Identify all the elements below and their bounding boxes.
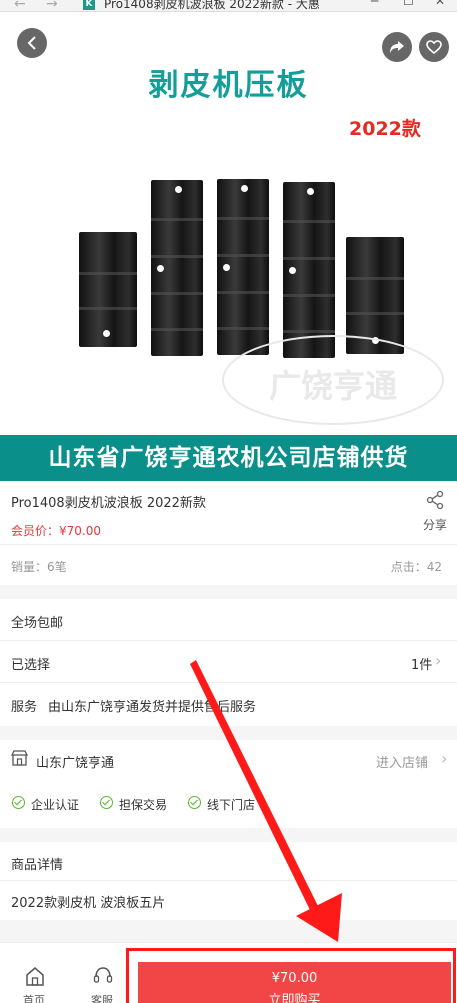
buy-label: 立即购买 bbox=[268, 993, 321, 1003]
forward-share-button[interactable] bbox=[382, 32, 412, 62]
check-icon bbox=[188, 796, 201, 809]
store-name[interactable]: 山东广饶亨通 bbox=[36, 752, 114, 771]
buy-price: ¥70.00 bbox=[271, 971, 318, 986]
favorite-button[interactable] bbox=[419, 32, 449, 62]
share-label[interactable]: 分享 bbox=[423, 516, 447, 533]
browser-back-icon[interactable]: ← bbox=[14, 0, 26, 11]
heart-icon bbox=[426, 40, 442, 54]
close-window-icon[interactable]: ✕ bbox=[435, 0, 445, 8]
home-icon[interactable] bbox=[24, 965, 46, 987]
free-shipping-label: 全场包邮 bbox=[11, 616, 64, 631]
forward-arrow-icon bbox=[390, 41, 404, 53]
plate-image bbox=[151, 180, 203, 356]
product-image: 剥皮机压板 2022款 广饶亨通 bbox=[0, 12, 457, 435]
divider bbox=[0, 640, 457, 641]
chevron-right-icon[interactable]: › bbox=[435, 651, 441, 670]
plate-image bbox=[283, 182, 335, 358]
browser-titlebar: ← → K Pro1408剥皮机波浪板 2022新款 - 大惠 ─ ☐ ✕ bbox=[0, 0, 457, 12]
selected-quantity[interactable]: 1件 bbox=[411, 654, 432, 673]
section-gap bbox=[0, 920, 457, 942]
store-icon bbox=[11, 750, 28, 766]
section-gap bbox=[0, 828, 457, 842]
product-title: Pro1408剥皮机波浪板 2022新款 bbox=[11, 496, 206, 511]
chevron-left-icon bbox=[27, 36, 36, 50]
details-heading: 商品详情 bbox=[11, 858, 64, 873]
image-year-badge: 2022款 bbox=[349, 118, 421, 140]
image-headline: 剥皮机压板 bbox=[148, 68, 309, 103]
click-count: 点击：42 bbox=[390, 560, 442, 574]
browser-forward-icon[interactable]: → bbox=[46, 0, 58, 11]
sales-count: 销量：6笔 bbox=[11, 560, 67, 574]
divider bbox=[0, 544, 457, 545]
maximize-icon[interactable]: ☐ bbox=[403, 0, 414, 8]
section-gap bbox=[0, 585, 457, 599]
check-icon bbox=[100, 796, 113, 809]
supplier-banner: 山东省广饶亨通农机公司店铺供货 bbox=[0, 435, 457, 481]
service-label: 服务 bbox=[11, 700, 38, 715]
window-title: Pro1408剥皮机波浪板 2022新款 - 大惠 bbox=[104, 0, 320, 11]
details-text: 2022款剥皮机 波浪板五片 bbox=[11, 896, 166, 911]
enter-store-link[interactable]: 进入店铺 bbox=[376, 752, 428, 771]
share-icon[interactable] bbox=[425, 490, 445, 510]
badge-guaranteed-trade: 担保交易 bbox=[119, 798, 168, 812]
divider bbox=[0, 682, 457, 683]
watermark-logo: 广饶亨通 bbox=[222, 335, 444, 425]
member-price: 会员价：¥70.00 bbox=[11, 524, 101, 538]
check-icon bbox=[12, 796, 25, 809]
chevron-right-icon[interactable]: › bbox=[441, 749, 447, 768]
minimize-icon[interactable]: ─ bbox=[371, 0, 378, 8]
buy-now-button[interactable]: ¥70.00 立即购买 bbox=[138, 962, 451, 1003]
badge-offline-store: 线下门店 bbox=[207, 798, 256, 812]
divider bbox=[0, 880, 457, 881]
section-gap bbox=[0, 726, 457, 740]
plate-image bbox=[79, 232, 137, 347]
home-label[interactable]: 首页 bbox=[23, 992, 45, 1003]
back-button[interactable] bbox=[17, 28, 47, 58]
plate-image bbox=[217, 179, 269, 355]
badge-enterprise-certified: 企业认证 bbox=[31, 798, 80, 812]
service-text: 由山东广饶亨通发货并提供售后服务 bbox=[48, 700, 257, 715]
headset-icon[interactable] bbox=[92, 965, 114, 987]
customer-service-label[interactable]: 客服 bbox=[91, 992, 113, 1003]
selected-label[interactable]: 已选择 bbox=[11, 654, 50, 673]
site-logo-icon: K bbox=[83, 0, 95, 10]
watermark-text: 广饶亨通 bbox=[268, 367, 397, 405]
